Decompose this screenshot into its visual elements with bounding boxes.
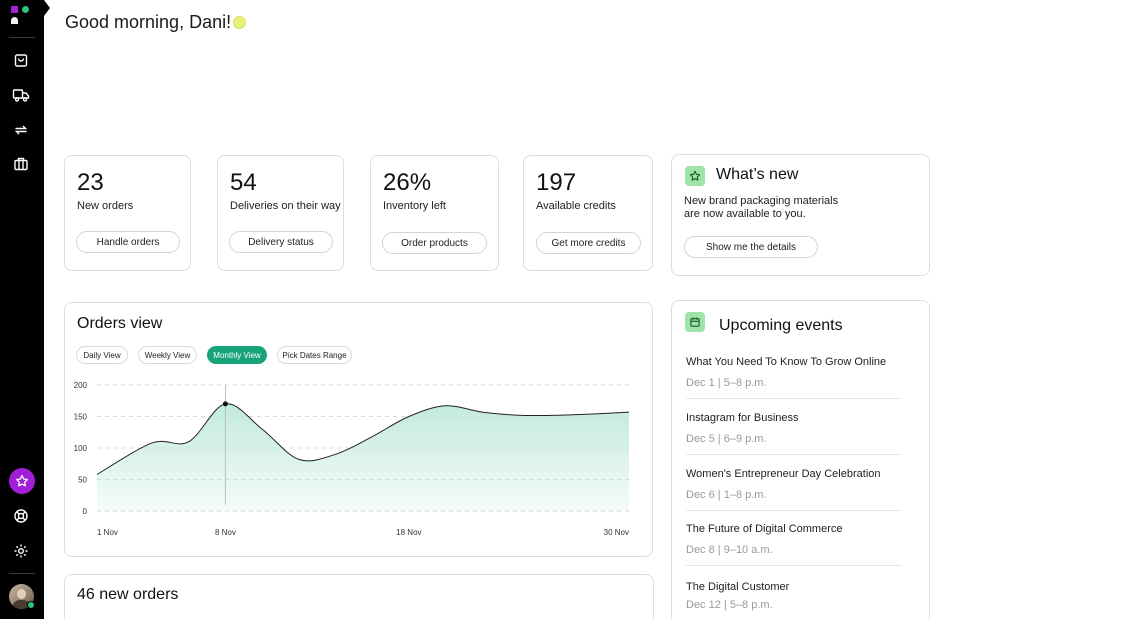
y-tick-label: 0: [83, 507, 88, 516]
x-tick-label: 1 Nov: [97, 528, 118, 537]
event-date: Dec 12 | 5–8 p.m.: [686, 599, 773, 611]
truck-icon[interactable]: [10, 84, 32, 106]
y-tick-label: 150: [74, 413, 88, 422]
event-title: The Future of Digital Commerce: [686, 523, 843, 535]
event-item[interactable]: Women's Entrepreneur Day Celebration Dec…: [686, 468, 902, 501]
handle-orders-button[interactable]: Handle orders: [76, 231, 180, 253]
y-tick-label: 200: [74, 381, 88, 390]
x-tick-label: 30 Nov: [604, 528, 629, 537]
gear-icon[interactable]: [10, 540, 32, 562]
event-title: What You Need To Know To Grow Online: [686, 356, 887, 368]
stat-card-inventory: 26% Inventory left Order products: [370, 155, 499, 271]
stat-value: 23: [77, 169, 104, 196]
shopping-bag-icon[interactable]: [10, 49, 32, 71]
new-orders-card: 46 new orders: [64, 574, 654, 619]
event-item[interactable]: What You Need To Know To Grow Online Dec…: [686, 356, 902, 389]
event-item[interactable]: Instagram for Business Dec 5 | 6–9 p.m.: [686, 412, 902, 445]
repeat-icon[interactable]: [10, 119, 32, 141]
divider: [686, 398, 902, 399]
series-area: [97, 403, 629, 511]
stat-label: Available credits: [536, 200, 616, 212]
event-title: Women's Entrepreneur Day Celebration: [686, 468, 881, 480]
stat-card-credits: 197 Available credits Get more credits: [523, 155, 653, 271]
orders-view-card: Orders view Daily View Weekly View Month…: [64, 302, 653, 557]
whats-new-card: What’s new New brand packaging materials…: [671, 154, 930, 276]
new-orders-title: 46 new orders: [77, 586, 179, 603]
sidebar-divider: [9, 37, 35, 38]
x-tick-label: 18 Nov: [396, 528, 421, 537]
event-date: Dec 8 | 9–10 a.m.: [686, 544, 773, 556]
get-more-credits-button[interactable]: Get more credits: [536, 232, 641, 254]
divider: [686, 565, 902, 566]
event-title: The Digital Customer: [686, 581, 790, 593]
app-logo[interactable]: [11, 6, 33, 28]
stat-value: 26%: [383, 169, 432, 196]
event-date: Dec 5 | 6–9 p.m.: [686, 433, 767, 445]
event-item[interactable]: The Future of Digital Commerce Dec 8 | 9…: [686, 523, 902, 556]
y-tick-label: 100: [74, 444, 88, 453]
stat-value: 197: [536, 169, 577, 196]
whats-new-title: What’s new: [716, 166, 799, 183]
divider: [686, 510, 902, 511]
calendar-icon: [685, 312, 705, 332]
upcoming-events-card: Upcoming events What You Need To Know To…: [671, 300, 930, 619]
whats-new-text: New brand packaging materials are now av…: [684, 195, 839, 220]
event-date: Dec 6 | 1–8 p.m.: [686, 489, 767, 501]
order-products-button[interactable]: Order products: [382, 232, 487, 254]
stat-label: Deliveries on their way: [230, 200, 341, 212]
sidebar: [0, 0, 44, 619]
stat-card-deliveries: 54 Deliveries on their way Delivery stat…: [217, 155, 344, 271]
upcoming-events-title: Upcoming events: [719, 317, 843, 334]
show-details-button[interactable]: Show me the details: [684, 236, 818, 258]
data-point: [222, 401, 228, 407]
support-icon[interactable]: [10, 505, 32, 527]
stat-label: New orders: [77, 200, 134, 212]
stat-label: Inventory left: [383, 200, 446, 212]
star-icon: [16, 474, 28, 487]
sun-icon: [233, 16, 246, 29]
stat-value: 54: [230, 169, 257, 196]
greeting-title: Good morning, Dani!: [65, 12, 232, 32]
sidebar-divider: [9, 573, 35, 574]
event-title: Instagram for Business: [686, 412, 799, 424]
briefcase-icon[interactable]: [10, 153, 32, 175]
orders-chart: 0 50 100 150 200 1 Nov 8 Nov 18 Nov 30 Nov: [74, 381, 630, 537]
stat-card-new-orders: 23 New orders Handle orders: [64, 155, 191, 271]
y-tick-label: 50: [78, 476, 87, 485]
star-icon: [685, 166, 705, 186]
star-button[interactable]: [9, 468, 35, 494]
delivery-status-button[interactable]: Delivery status: [229, 231, 333, 253]
sidebar-notch: [44, 0, 50, 16]
divider: [686, 454, 902, 455]
online-status-dot: [27, 601, 35, 609]
x-tick-label: 8 Nov: [215, 528, 236, 537]
event-item[interactable]: The Digital Customer Dec 12 | 5–8 p.m.: [686, 581, 902, 611]
event-date: Dec 1 | 5–8 p.m.: [686, 377, 767, 389]
